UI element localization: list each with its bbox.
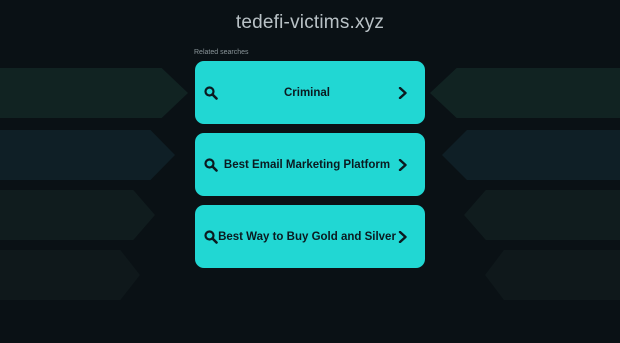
decorative-shape-left-3 [0, 190, 155, 240]
related-search-button-email-marketing[interactable]: Best Email Marketing Platform [195, 133, 425, 196]
search-icon [203, 157, 219, 173]
decorative-shape-right-2 [442, 130, 620, 180]
decorative-shape-left-4 [0, 250, 140, 300]
search-icon [203, 229, 218, 245]
domain-title: tedefi-victims.xyz [235, 12, 385, 33]
decorative-shape-left-2 [0, 130, 175, 180]
chevron-right-icon [396, 229, 411, 245]
related-search-button-gold-silver[interactable]: Best Way to Buy Gold and Silver [195, 205, 425, 268]
chevron-right-icon [395, 85, 411, 101]
chevron-right-icon [395, 157, 411, 173]
decorative-shape-right-1 [430, 68, 620, 118]
related-searches-heading: Related searches [194, 49, 249, 56]
parked-domain-page: tedefi-victims.xyz Related searches Crim… [0, 0, 620, 343]
decorative-shape-right-4 [485, 250, 620, 300]
decorative-shape-left-1 [0, 68, 188, 118]
related-search-label: Criminal [283, 86, 330, 99]
search-icon [203, 85, 219, 101]
related-search-label: Best Way to Buy Gold and Silver [218, 230, 396, 243]
related-search-button-criminal[interactable]: Criminal [195, 61, 425, 124]
related-search-label: Best Email Marketing Platform [223, 158, 391, 171]
decorative-shape-right-3 [464, 190, 620, 240]
